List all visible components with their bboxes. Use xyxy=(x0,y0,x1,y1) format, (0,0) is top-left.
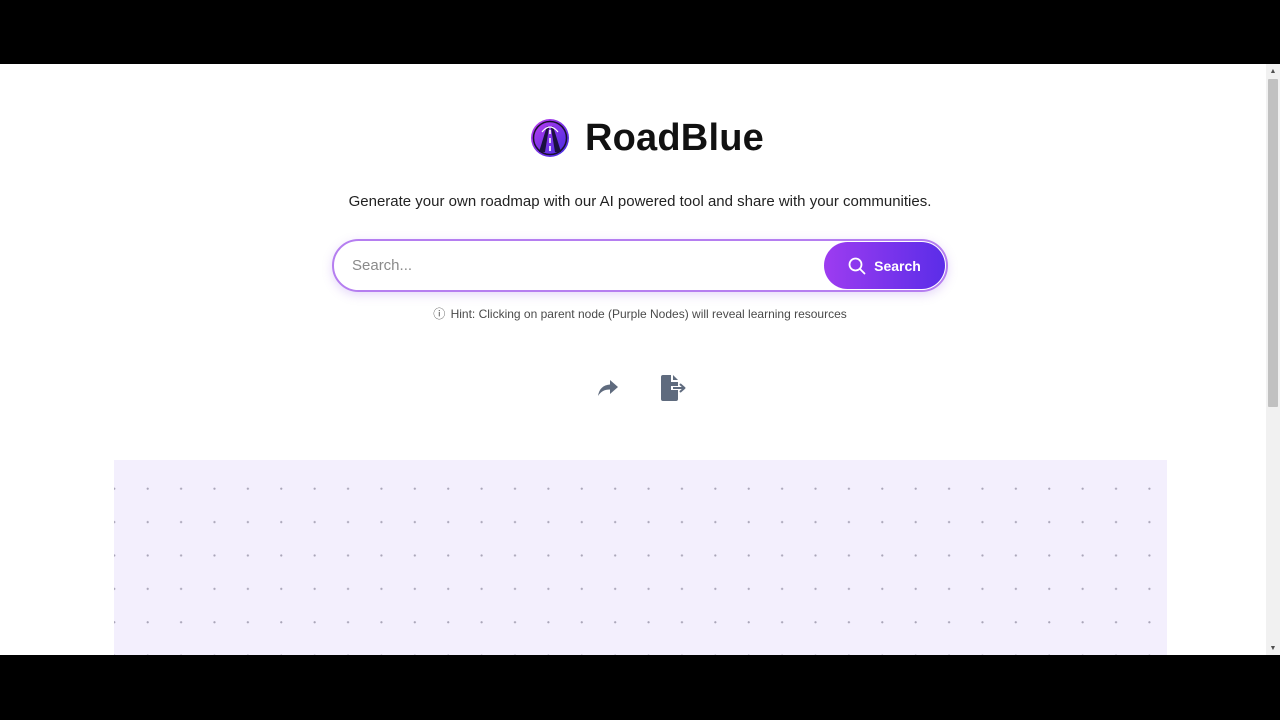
brand: RoadBlue xyxy=(530,116,764,160)
scrollbar-thumb[interactable] xyxy=(1268,79,1278,407)
scroll-down-icon[interactable]: ▼ xyxy=(1266,641,1280,655)
search-button[interactable]: Search xyxy=(824,242,945,289)
share-button[interactable] xyxy=(594,374,622,402)
export-button[interactable] xyxy=(659,374,687,402)
letterbox-bottom xyxy=(0,655,1280,720)
action-icons xyxy=(594,374,687,402)
search-icon xyxy=(848,257,866,274)
roadmap-canvas[interactable] xyxy=(114,460,1167,655)
search-input[interactable] xyxy=(352,241,822,290)
tagline: Generate your own roadmap with our AI po… xyxy=(348,193,932,210)
hint-text: ⓘ Hint: Clicking on parent node (Purple … xyxy=(0,305,1280,322)
page-viewport: RoadBlue Generate your own roadmap with … xyxy=(0,64,1280,655)
hint-message: Hint: Clicking on parent node (Purple No… xyxy=(450,307,847,321)
road-logo-icon xyxy=(531,119,569,157)
letterbox-top xyxy=(0,0,1280,64)
vertical-scrollbar[interactable]: ▲ ▼ xyxy=(1266,64,1280,655)
file-export-icon xyxy=(661,375,686,401)
search-button-label: Search xyxy=(874,257,921,274)
search-bar: Search xyxy=(332,239,948,292)
scroll-up-icon[interactable]: ▲ xyxy=(1266,64,1280,78)
info-icon: ⓘ xyxy=(433,307,446,321)
share-icon xyxy=(598,380,618,396)
brand-name: RoadBlue xyxy=(585,116,764,159)
